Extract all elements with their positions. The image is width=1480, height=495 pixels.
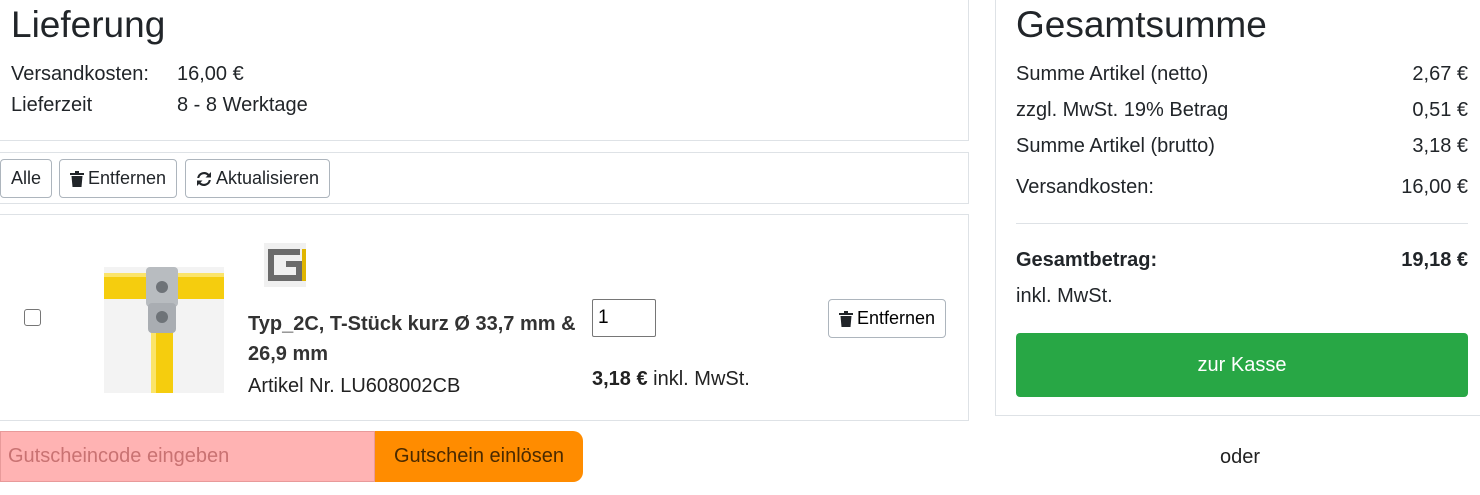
remove-selected-button[interactable]: Entfernen (59, 159, 178, 198)
total-label: Gesamtbetrag: (1016, 249, 1158, 271)
summary-row-label: zzgl. MwSt. 19% Betrag (1016, 99, 1229, 121)
update-cart-button[interactable]: Aktualisieren (185, 159, 331, 198)
redeem-voucher-button[interactable]: Gutschein einlösen (375, 431, 583, 482)
update-cart-label: Aktualisieren (216, 168, 320, 188)
summary-row-value: 2,67 € (1412, 63, 1468, 85)
delivery-time-row: Lieferzeit 8 - 8 Werktage (11, 94, 308, 117)
total-value: 19,18 € (1401, 249, 1468, 271)
refresh-icon (197, 171, 211, 186)
shipping-cost-value: 16,00 € (177, 63, 244, 85)
shipping-cost-label: Versandkosten: (11, 63, 149, 85)
item-price-suffix: inkl. MwSt. (647, 368, 750, 390)
trash-icon (839, 310, 853, 327)
quantity-input[interactable] (592, 299, 656, 337)
summary-panel: Gesamtsumme Summe Artikel (netto) 2,67 €… (995, 0, 1480, 416)
summary-row-label: Versandkosten: (1016, 176, 1154, 198)
summary-row: Summe Artikel (brutto) 3,18 € (1016, 135, 1468, 158)
trash-icon (70, 170, 84, 187)
cart-item: Typ_2C, T-Stück kurz Ø 33,7 mm & 26,9 mm… (0, 214, 969, 421)
summary-title: Gesamtsumme (1016, 4, 1267, 45)
brand-logo (264, 243, 306, 287)
summary-row-value: 3,18 € (1412, 135, 1468, 157)
delivery-time-value: 8 - 8 Werktage (177, 94, 308, 116)
remove-item-button[interactable]: Entfernen (828, 299, 947, 338)
summary-row-value: 16,00 € (1401, 176, 1468, 198)
summary-total-row: Gesamtbetrag: 19,18 € (1016, 249, 1468, 272)
voucher-form: Gutschein einlösen (0, 431, 583, 482)
summary-row: Versandkosten: 16,00 € (1016, 176, 1468, 199)
delivery-panel: Lieferung Versandkosten: 16,00 € Lieferze… (0, 0, 969, 141)
summary-row-label: Summe Artikel (netto) (1016, 63, 1209, 85)
select-all-label: Alle (11, 168, 42, 188)
summary-row-label: Summe Artikel (brutto) (1016, 135, 1215, 157)
checkout-button[interactable]: zur Kasse (1016, 333, 1468, 397)
remove-item-label: Entfernen (857, 308, 936, 328)
item-price-value: 3,18 € (592, 368, 648, 390)
product-image (104, 267, 224, 393)
voucher-code-input[interactable] (0, 431, 375, 482)
summary-row: zzgl. MwSt. 19% Betrag 0,51 € (1016, 99, 1468, 122)
cart-toolbar: Alle Entfernen Aktualisieren (0, 152, 969, 204)
remove-selected-label: Entfernen (88, 168, 167, 188)
delivery-title: Lieferung (11, 4, 166, 45)
select-all-button[interactable]: Alle (0, 159, 53, 198)
summary-divider (1016, 223, 1468, 224)
item-select-checkbox[interactable] (24, 309, 41, 326)
summary-row: Summe Artikel (netto) 2,67 € (1016, 63, 1468, 86)
shipping-cost-row: Versandkosten: 16,00 € (11, 63, 244, 86)
item-title[interactable]: Typ_2C, T-Stück kurz Ø 33,7 mm & 26,9 mm (248, 309, 578, 369)
delivery-time-label: Lieferzeit (11, 94, 93, 116)
or-label: oder (1220, 446, 1261, 468)
item-price: 3,18 € inkl. MwSt. (592, 368, 750, 391)
summary-row-value: 0,51 € (1412, 99, 1468, 121)
tax-note: inkl. MwSt. (1016, 285, 1113, 307)
item-sku: Artikel Nr. LU608002CB (248, 375, 461, 397)
